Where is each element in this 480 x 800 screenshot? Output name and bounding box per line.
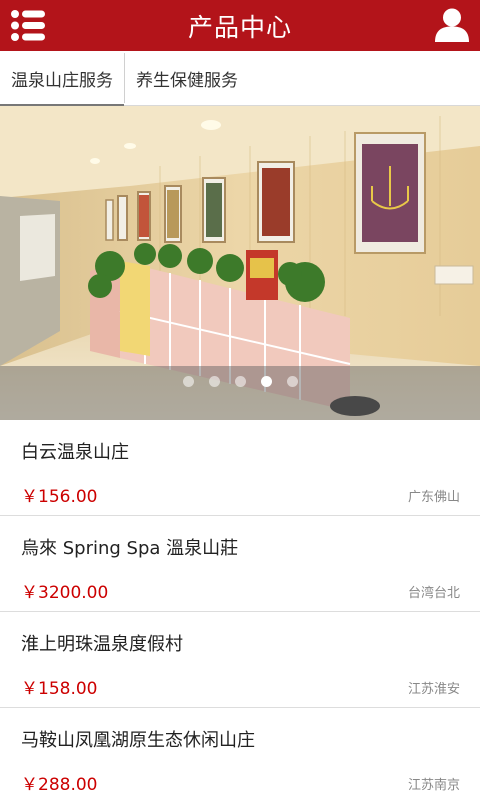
carousel-dots xyxy=(0,376,480,387)
product-price: ￥156.00 xyxy=(21,487,98,507)
tab-label: 温泉山庄服务 xyxy=(11,70,113,91)
tab-health-care[interactable]: 养生保健服务 xyxy=(125,51,249,106)
app-header: 产品中心 xyxy=(0,0,480,51)
list-icon[interactable] xyxy=(10,9,46,42)
carousel-dot[interactable] xyxy=(234,376,246,387)
carousel-dot-active[interactable] xyxy=(260,376,272,387)
product-location: 广东佛山 xyxy=(407,490,460,505)
product-location: 江苏南京 xyxy=(407,778,460,793)
list-item[interactable]: 马鞍山凤凰湖原生态休闲山庄 ￥288.00 江苏南京 xyxy=(0,708,480,800)
tab-label: 养生保健服务 xyxy=(136,70,238,91)
carousel-dot[interactable] xyxy=(208,376,220,387)
product-list: 白云温泉山庄 ￥156.00 广东佛山 烏來 Spring Spa 溫泉山莊 ￥… xyxy=(0,420,480,800)
product-price: ￥288.00 xyxy=(21,775,98,795)
category-tabs: 温泉山庄服务 养生保健服务 xyxy=(0,51,480,107)
carousel-dot[interactable] xyxy=(286,376,298,387)
page-title: 产品中心 xyxy=(187,12,292,42)
product-name: 马鞍山凤凰湖原生态休闲山庄 xyxy=(21,730,255,751)
product-name: 淮上明珠温泉度假村 xyxy=(21,634,183,655)
product-location: 台湾台北 xyxy=(407,586,460,601)
banner-carousel[interactable] xyxy=(0,106,480,420)
user-icon[interactable] xyxy=(434,7,470,43)
product-name: 白云温泉山庄 xyxy=(21,442,129,463)
list-item[interactable]: 淮上明珠温泉度假村 ￥158.00 江苏淮安 xyxy=(0,612,480,708)
tab-hot-spring-resort[interactable]: 温泉山庄服务 xyxy=(0,51,124,107)
product-price: ￥158.00 xyxy=(21,679,98,699)
product-price: ￥3200.00 xyxy=(21,583,109,603)
product-location: 江苏淮安 xyxy=(407,682,460,697)
carousel-indicator-bar xyxy=(0,366,480,420)
list-item[interactable]: 烏來 Spring Spa 溫泉山莊 ￥3200.00 台湾台北 xyxy=(0,516,480,612)
list-item[interactable]: 白云温泉山庄 ￥156.00 广东佛山 xyxy=(0,420,480,516)
product-name: 烏來 Spring Spa 溫泉山莊 xyxy=(21,538,239,559)
carousel-dot[interactable] xyxy=(182,376,194,387)
